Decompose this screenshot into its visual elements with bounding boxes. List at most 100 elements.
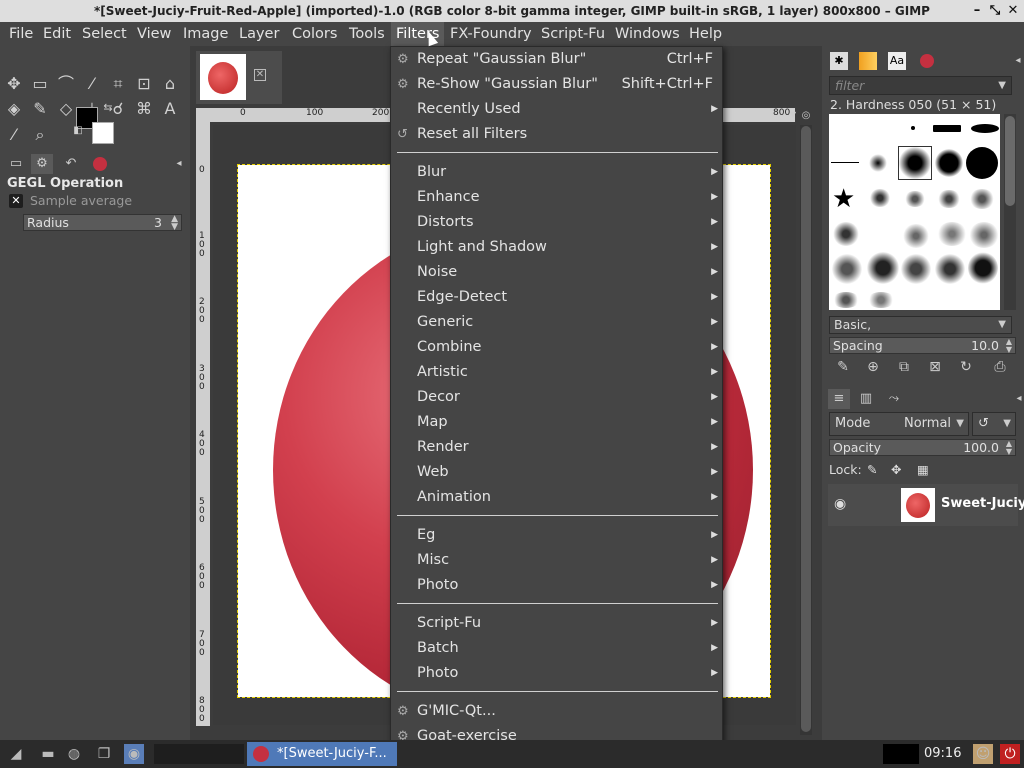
fonts-tab-icon[interactable]: Aa [888, 52, 906, 70]
brush-item[interactable] [832, 292, 860, 308]
menu-photo[interactable]: Photo ▶ [391, 573, 722, 598]
lock-pixels-icon[interactable]: ✎ [867, 462, 877, 477]
menu-decor[interactable]: Decor ▶ [391, 385, 722, 410]
vertical-scrollbar-thumb[interactable] [801, 126, 811, 732]
opacity-spinbox[interactable]: Opacity 100.0 ▲ ▼ [829, 439, 1016, 456]
radius-spinbox[interactable]: Radius 3 ▲ ▼ [23, 214, 182, 232]
edit-brush-icon[interactable]: ✎ [833, 357, 853, 377]
opacity-spin-arrows-icon[interactable]: ▲ ▼ [1006, 440, 1012, 456]
close-button[interactable]: ✕ [1005, 0, 1021, 22]
composite-mode-select[interactable]: ↺ ▼ [972, 412, 1016, 436]
menu-gmic-qt[interactable]: ⚙ G'MIC-Qt... [391, 699, 722, 724]
brush-item[interactable] [869, 154, 887, 172]
menu-image[interactable]: Image [178, 22, 233, 46]
menu-file[interactable]: File [4, 22, 38, 46]
start-menu-icon[interactable]: ◢ [6, 744, 26, 764]
chevron-down-icon[interactable]: ▼ [998, 317, 1006, 333]
brush-item[interactable] [937, 190, 961, 208]
brush-item[interactable] [831, 162, 859, 163]
menu-colors[interactable]: Colors [287, 22, 342, 46]
menu-light-and-shadow[interactable]: Light and Shadow ▶ [391, 235, 722, 260]
refresh-brushes-icon[interactable]: ↻ [956, 357, 976, 377]
brush-item[interactable] [937, 222, 967, 246]
paths-tab-icon[interactable]: ⤳ [883, 389, 905, 409]
open-brush-as-image-icon[interactable]: ⎙ [990, 357, 1010, 377]
color-picker-icon[interactable]: ⁄ [3, 124, 25, 146]
layer-visibility-eye-icon[interactable]: ◉ [834, 496, 846, 512]
menu-reset-all-filters[interactable]: ↺ Reset all Filters [391, 122, 722, 147]
swap-colors-icon[interactable]: ⇆ [100, 100, 116, 116]
brush-dock-menu-icon[interactable]: ◂ [1009, 52, 1024, 70]
menu-script-fu[interactable]: Script-Fu [536, 22, 610, 46]
layer-mode-select[interactable]: Mode Normal ▼ [829, 412, 969, 436]
image-tab-icon[interactable] [89, 154, 111, 174]
brush-item[interactable] [968, 252, 998, 284]
brushes-tab-icon[interactable]: ✱ [830, 52, 848, 70]
text-tool-icon[interactable]: A [159, 98, 181, 120]
brush-item[interactable] [833, 222, 859, 246]
brush-item[interactable] [867, 292, 895, 308]
eraser-icon[interactable]: ◇ [55, 98, 77, 120]
chevron-down-icon[interactable]: ▼ [1003, 413, 1011, 435]
ruler-menu-icon[interactable]: ▼ [790, 110, 800, 122]
brush-item[interactable] [966, 147, 998, 179]
browser-icon[interactable]: ◍ [64, 744, 84, 764]
crop-icon[interactable]: ⌗ [107, 73, 129, 95]
workspace-pager[interactable] [154, 744, 244, 764]
ruler-corner[interactable] [196, 108, 213, 122]
layer-row[interactable]: ◉ Sweet-Juciy [828, 484, 1024, 526]
new-brush-icon[interactable]: ⊕ [863, 357, 883, 377]
delete-brush-icon[interactable]: ⊠ [925, 357, 945, 377]
duplicate-brush-icon[interactable]: ⧉ [894, 357, 914, 377]
lock-alpha-icon[interactable]: ▦ [917, 462, 929, 477]
undo-history-tab-icon[interactable]: ↶ [60, 154, 82, 174]
image-tab-close-icon[interactable]: ✕ [254, 69, 266, 81]
lasso-icon[interactable]: ⌒ [55, 73, 77, 95]
layers-tab-icon[interactable]: ≡ [828, 389, 850, 409]
dock-menu-icon[interactable]: ◂ [168, 154, 190, 174]
images-tab-icon[interactable] [918, 52, 936, 70]
gimp-launcher-icon[interactable]: ◉ [124, 744, 144, 764]
vertical-ruler[interactable]: 0 100 200 300 400 500 600 700 800 [196, 122, 210, 726]
taskbar-task-gimp[interactable]: *[Sweet-Juciy-F... [247, 742, 397, 766]
brush-grid[interactable]: ★ [829, 114, 1000, 310]
menu-animation[interactable]: Animation ▶ [391, 485, 722, 510]
brush-item[interactable] [904, 191, 926, 207]
menu-generic[interactable]: Generic ▶ [391, 310, 722, 335]
menu-enhance[interactable]: Enhance ▶ [391, 185, 722, 210]
menu-tools[interactable]: Tools [344, 22, 390, 46]
menu-reshow-gaussian-blur[interactable]: ⚙ Re-Show "Gaussian Blur" Shift+Ctrl+F [391, 72, 722, 97]
menu-fx-foundry[interactable]: FX-Foundry [445, 22, 537, 46]
menu-select[interactable]: Select [77, 22, 132, 46]
brush-item[interactable] [869, 189, 891, 207]
show-desktop-icon[interactable]: ❐ [94, 744, 114, 764]
warp-icon[interactable]: ⌂ [159, 73, 181, 95]
radius-spin-arrows-icon[interactable]: ▲ ▼ [171, 215, 178, 232]
menu-windows[interactable]: Windows [610, 22, 685, 46]
transform-icon[interactable]: ⊡ [133, 73, 155, 95]
user-icon[interactable]: ☺ [973, 744, 993, 764]
menu-view[interactable]: View [132, 22, 176, 46]
menu-misc[interactable]: Misc ▶ [391, 548, 722, 573]
brush-item[interactable] [832, 254, 862, 284]
restore-button[interactable]: ⤡ [987, 0, 1003, 22]
channels-tab-icon[interactable]: ▥ [855, 389, 877, 409]
menu-blur[interactable]: Blur ▶ [391, 160, 722, 185]
bucket-fill-icon[interactable]: ◈ [3, 98, 25, 120]
device-status-tab-icon[interactable]: ⚙ [31, 154, 53, 174]
minimize-button[interactable]: – [969, 0, 985, 22]
star-brush-icon[interactable]: ★ [832, 184, 855, 214]
image-tab[interactable]: ✕ [196, 51, 282, 104]
brush-filter-input[interactable]: filter ▼ [829, 76, 1012, 95]
rect-select-icon[interactable]: ▭ [29, 73, 51, 95]
power-icon[interactable]: ⏻ [1000, 744, 1020, 764]
zoom-icon[interactable]: ⌕ [29, 124, 51, 146]
menu-map[interactable]: Map ▶ [391, 410, 722, 435]
tool-options-tab-icon[interactable]: ▭ [5, 154, 27, 174]
brush-item[interactable] [969, 222, 999, 248]
taskbar-clock[interactable]: 09:16 [924, 740, 961, 768]
lock-position-icon[interactable]: ✥ [891, 462, 901, 477]
brush-item-selected[interactable] [898, 146, 932, 180]
default-colors-icon[interactable]: ◧ [72, 125, 84, 137]
brush-scrollbar-thumb[interactable] [1005, 116, 1015, 206]
